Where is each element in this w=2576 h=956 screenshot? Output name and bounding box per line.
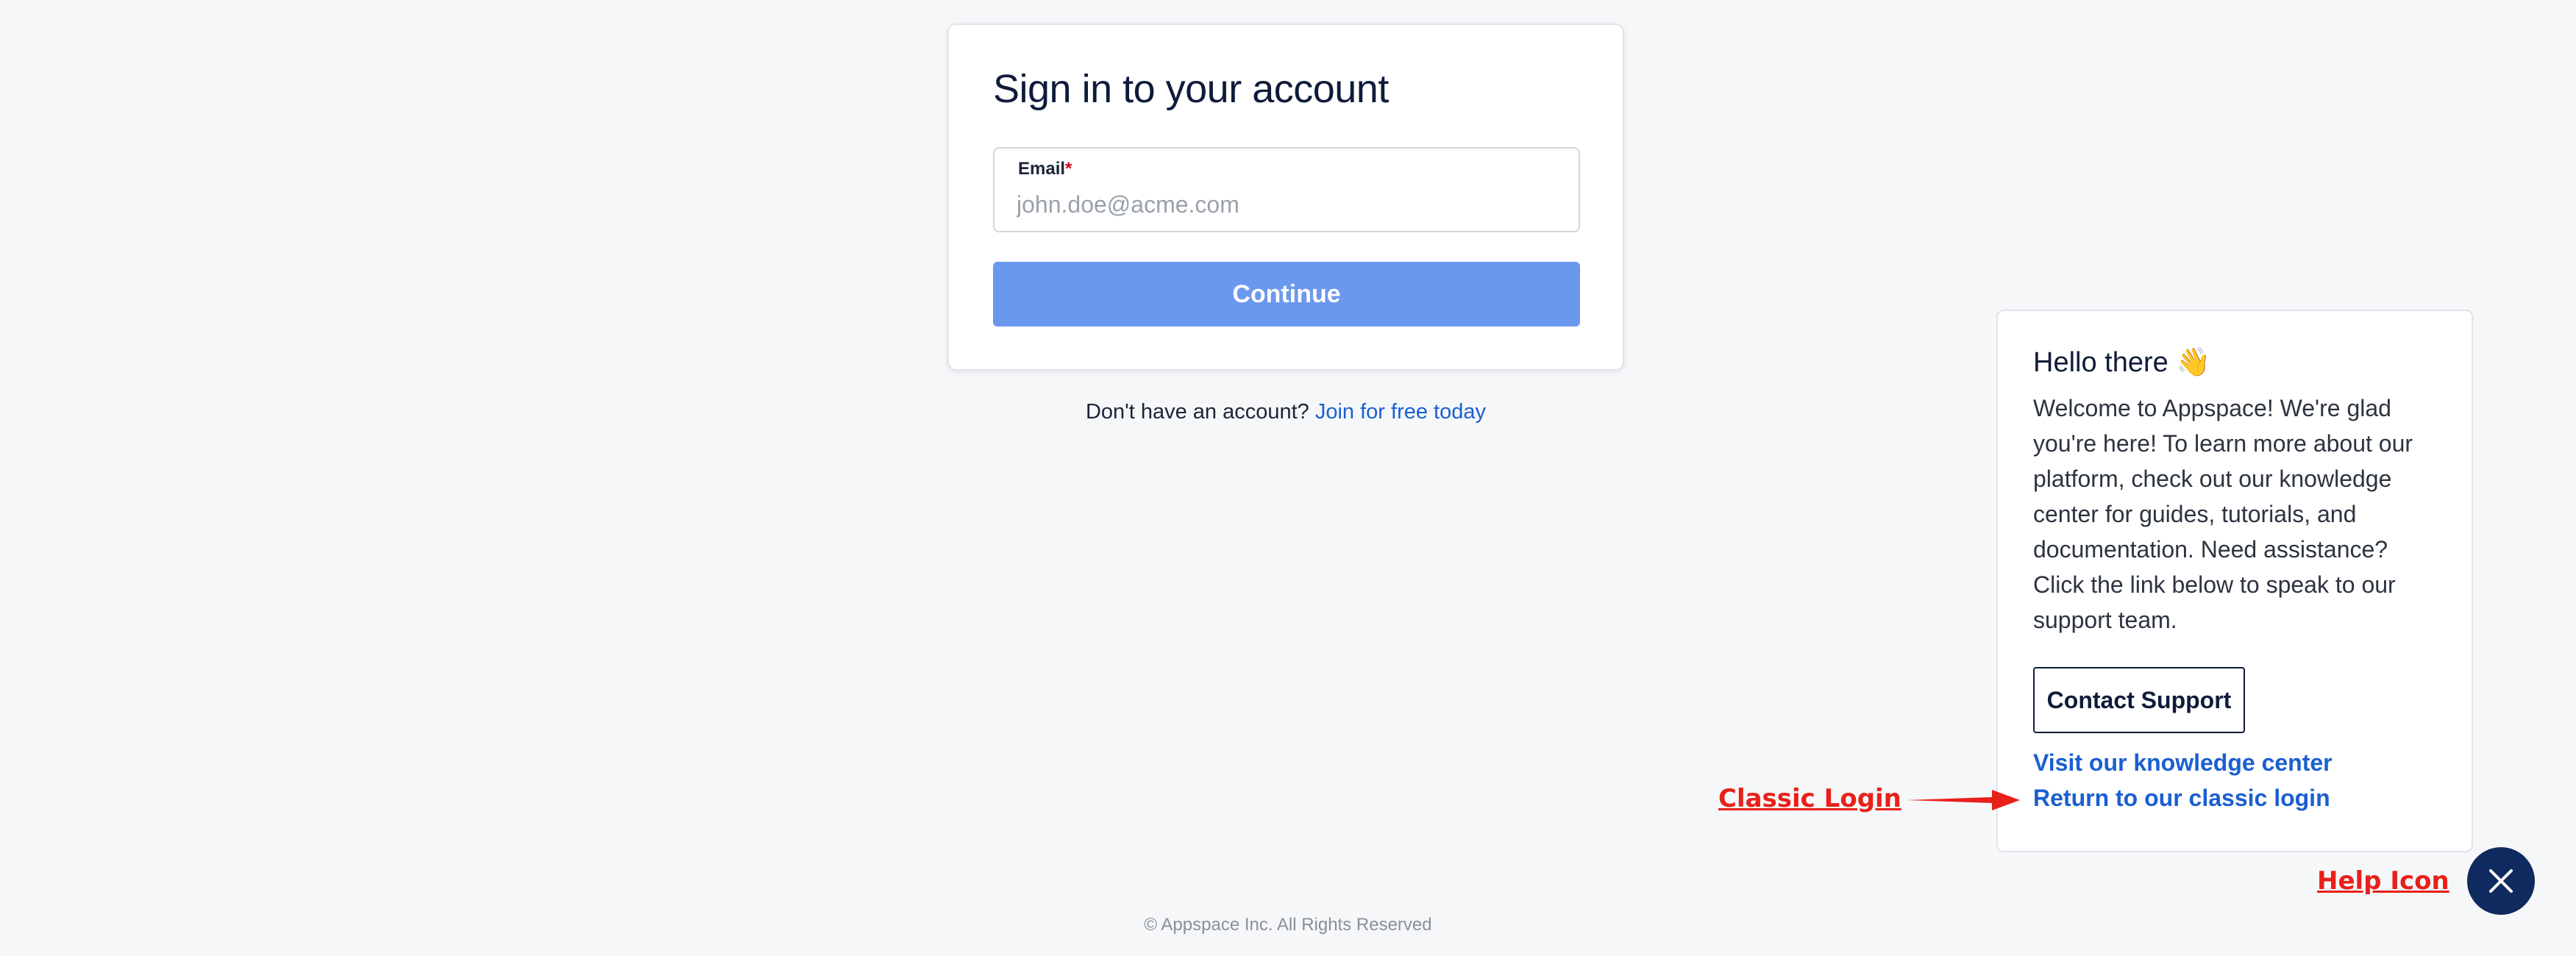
help-toggle-button[interactable] [2467,847,2535,915]
knowledge-center-link[interactable]: Visit our knowledge center [2033,749,2333,777]
signup-link[interactable]: Join for free today [1315,400,1486,424]
signup-line: Don't have an account? Join for free tod… [947,400,1624,424]
annotation-classic-login: Classic Login [1718,784,1901,813]
help-panel: Hello there 👋 Welcome to Appspace! We're… [1996,310,2473,852]
close-icon [2489,869,2513,893]
required-marker: * [1065,159,1072,179]
page-title: Sign in to your account [993,67,1389,111]
help-greeting: Hello there 👋 [2033,347,2211,378]
footer-copyright: © Appspace Inc. All Rights Reserved [1144,915,1432,935]
email-label-text: Email [1018,159,1066,179]
login-card: Sign in to your account Email* Continue [947,24,1624,371]
email-label: Email* [1018,159,1072,179]
continue-button[interactable]: Continue [993,262,1580,327]
classic-login-link[interactable]: Return to our classic login [2033,785,2330,812]
contact-support-button[interactable]: Contact Support [2033,667,2245,733]
help-message: Welcome to Appspace! We're glad you're h… [2033,395,2413,633]
annotation-help-icon: Help Icon [2317,866,2449,896]
signup-prompt: Don't have an account? [1085,400,1309,424]
email-field[interactable]: Email* [993,147,1580,232]
email-input[interactable] [1017,187,1554,222]
annotation-arrow-icon [1907,790,2020,810]
